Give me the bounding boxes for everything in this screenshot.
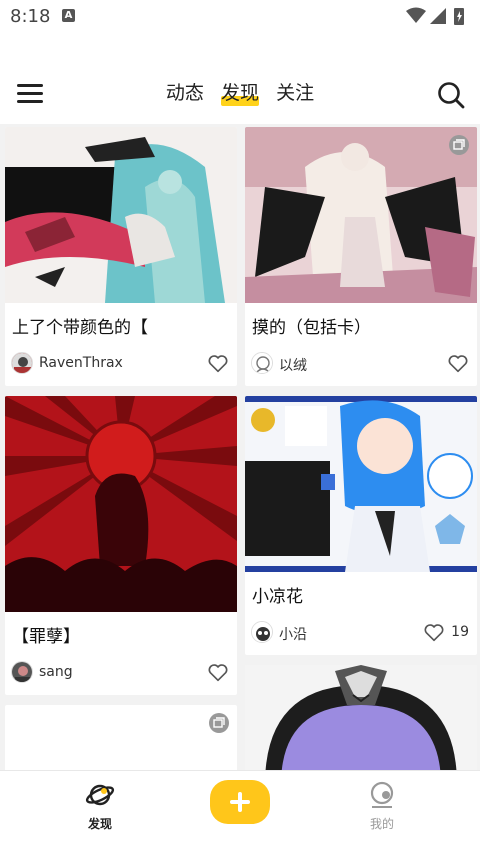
tab-discover[interactable]: 发现: [220, 78, 260, 108]
planet-icon: [85, 784, 115, 806]
plus-icon: [230, 792, 250, 812]
post-title: 【罪孽】: [12, 627, 80, 647]
wifi-icon: [406, 7, 426, 23]
profile-icon: [370, 781, 394, 808]
avatar[interactable]: [251, 352, 273, 374]
post-image[interactable]: [245, 665, 477, 770]
like-count: 19: [451, 624, 469, 640]
signal-icon: [430, 8, 446, 24]
tab-bar: 动态 发现 关注: [0, 78, 480, 108]
nav-discover-label: 发现: [87, 817, 112, 831]
post-image[interactable]: [245, 396, 477, 572]
search-icon[interactable]: [436, 80, 466, 110]
post-title: 小凉花: [252, 587, 303, 607]
avatar[interactable]: [11, 661, 33, 683]
tab-following[interactable]: 关注: [276, 78, 314, 108]
status-icons: [404, 6, 472, 30]
post-meta: 以绒: [245, 344, 477, 386]
post-meta: 小沿 19: [245, 613, 477, 655]
notification-icon: A: [62, 9, 75, 22]
post-image[interactable]: [5, 396, 237, 612]
status-time: 8:18: [10, 6, 51, 27]
post-card[interactable]: [5, 705, 237, 770]
username[interactable]: 以绒: [279, 355, 307, 375]
nav-me[interactable]: 我的: [352, 781, 412, 832]
post-card[interactable]: 【罪孽】 sang: [5, 396, 237, 695]
post-image[interactable]: [245, 127, 477, 303]
heart-icon[interactable]: [423, 622, 445, 644]
avatar[interactable]: [251, 621, 273, 643]
feed-column-left: 上了个带颜色的【 RavenThrax 【罪孽】 sang: [5, 127, 237, 770]
avatar[interactable]: [11, 352, 33, 374]
post-card[interactable]: 小凉花 小沿 19: [245, 396, 477, 655]
multi-image-icon: [449, 135, 469, 155]
tab-feed[interactable]: 动态: [166, 78, 204, 108]
post-title: 摸的（包括卡）: [252, 318, 371, 338]
username[interactable]: sang: [39, 664, 73, 680]
username[interactable]: 小沿: [279, 624, 307, 644]
post-card[interactable]: 上了个带颜色的【 RavenThrax: [5, 127, 237, 386]
post-meta: sang: [5, 653, 237, 695]
post-card[interactable]: [245, 665, 477, 770]
status-bar: 8:18 A: [0, 0, 480, 34]
top-bar: 动态 发现 关注: [0, 34, 480, 124]
feed-column-right: 摸的（包括卡） 以绒 小凉花 小沿 19: [245, 127, 477, 770]
post-card[interactable]: 摸的（包括卡） 以绒: [245, 127, 477, 386]
discover-feed[interactable]: 上了个带颜色的【 RavenThrax 【罪孽】 sang 摸的（包括卡） 以绒…: [0, 124, 480, 770]
multi-image-icon: [209, 713, 229, 733]
add-post-button[interactable]: [210, 780, 270, 824]
heart-icon[interactable]: [447, 353, 469, 375]
post-meta: RavenThrax: [5, 344, 237, 386]
bottom-nav: 发现 我的: [0, 770, 480, 853]
nav-discover[interactable]: 发现: [70, 781, 130, 832]
nav-me-label: 我的: [369, 817, 394, 831]
heart-icon[interactable]: [207, 662, 229, 684]
username[interactable]: RavenThrax: [39, 355, 123, 371]
post-image[interactable]: [5, 127, 237, 303]
heart-icon[interactable]: [207, 353, 229, 375]
post-title: 上了个带颜色的【: [12, 318, 148, 338]
